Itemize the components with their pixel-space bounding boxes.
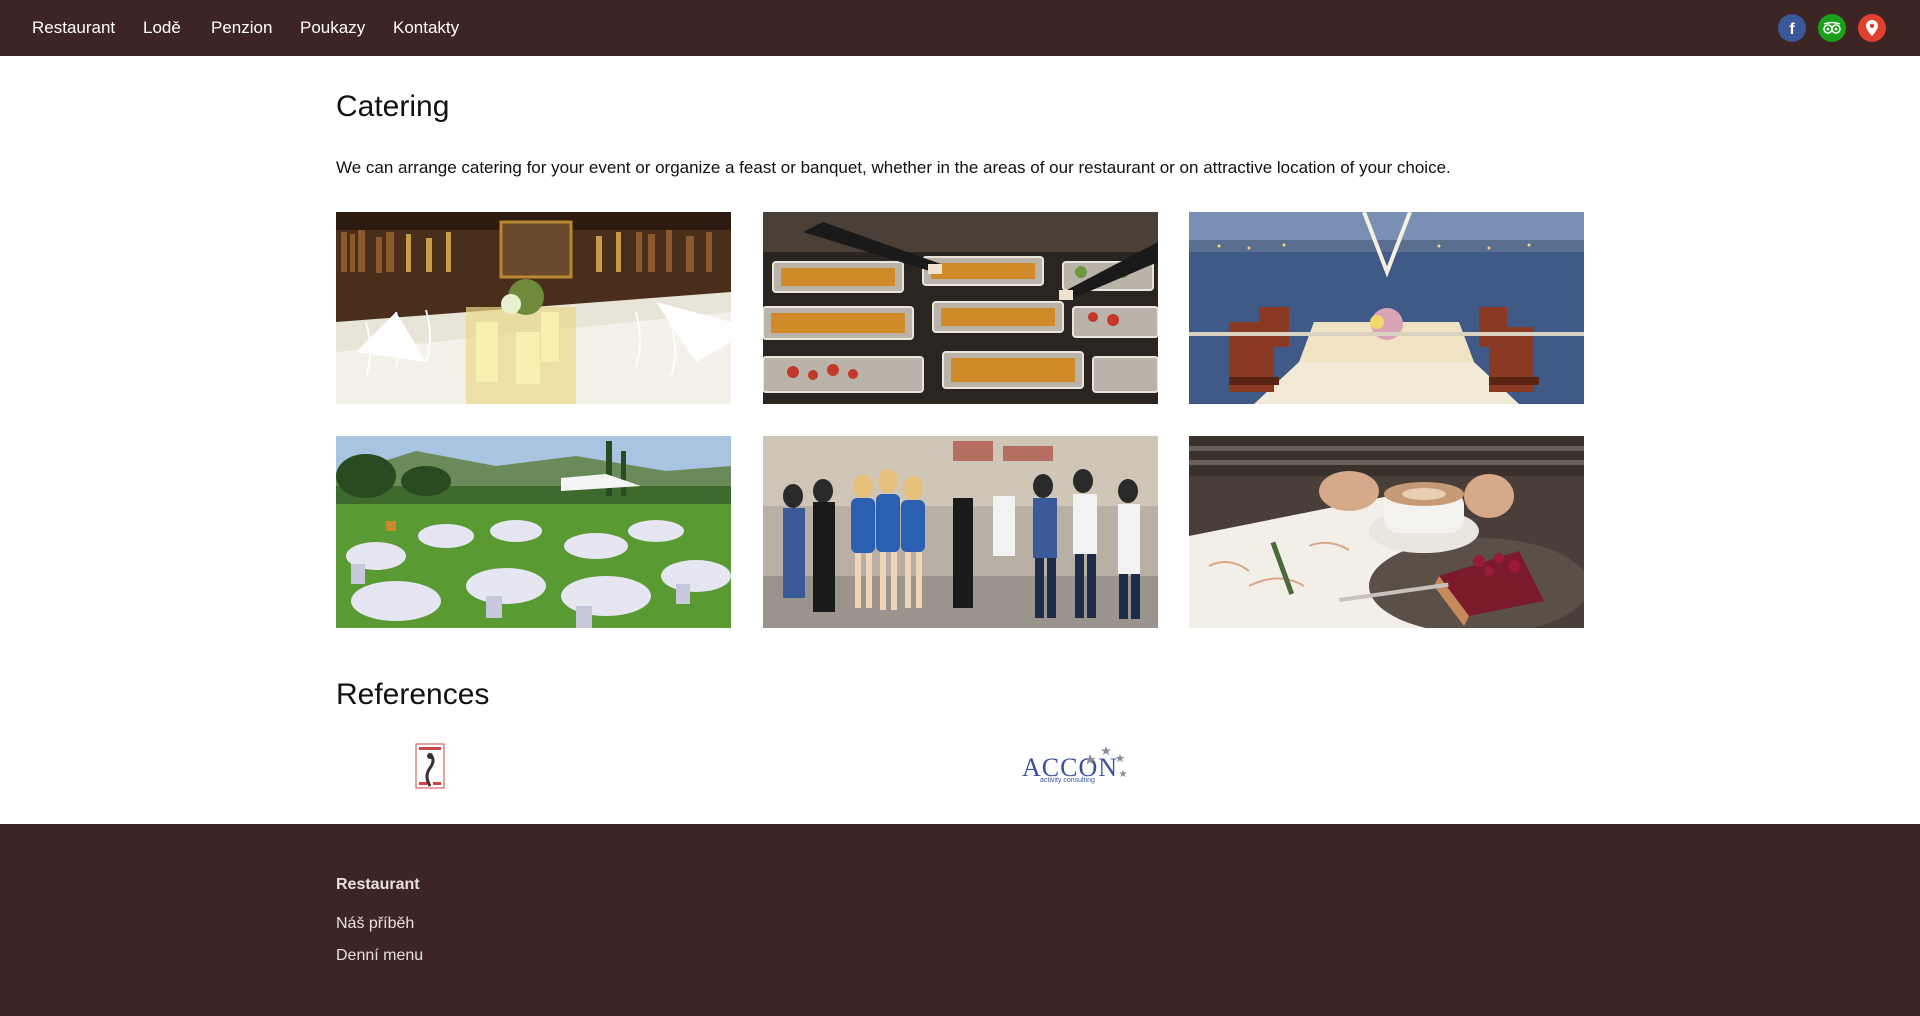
facebook-icon: f [1785,20,1799,36]
facebook-link[interactable]: f [1778,14,1806,42]
photo-coffee-cake[interactable] [1189,436,1584,628]
photo-outdoor-event[interactable] [336,436,731,628]
map-link[interactable] [1858,14,1886,42]
footer-link-daily-menu[interactable]: Denní menu [336,947,423,965]
tripadvisor-link[interactable] [1818,14,1846,42]
references-title: References [336,678,490,711]
accon-logo-subtext: activity consulting [1040,777,1095,784]
footer: Restaurant Náš příběh Denní menu [0,824,1920,1016]
photo-buffet[interactable] [763,212,1158,404]
emblem-logo[interactable] [414,742,446,790]
catering-title: Catering [336,90,450,123]
footer-heading: Restaurant [336,876,420,893]
photo-banquet-table[interactable] [336,212,731,404]
map-pin-icon [1866,20,1878,36]
photo-crowd[interactable] [763,436,1158,628]
tripadvisor-icon [1822,21,1842,35]
catering-intro: We can arrange catering for your event o… [336,158,1451,177]
top-navigation: Restaurant Lodě Penzion Poukazy Kontakty… [0,0,1920,56]
footer-link-our-story[interactable]: Náš příběh [336,915,414,933]
photo-boat-table[interactable] [1189,212,1584,404]
nav-poukazy[interactable]: Poukazy [300,18,365,38]
nav-lode[interactable]: Lodě [143,18,181,38]
svg-text:f: f [1789,21,1795,36]
nav-kontakty[interactable]: Kontakty [393,18,459,38]
nav-restaurant[interactable]: Restaurant [32,18,115,38]
nav-penzion[interactable]: Penzion [211,18,272,38]
accon-logo[interactable]: ACCON activity consulting [1020,742,1130,788]
